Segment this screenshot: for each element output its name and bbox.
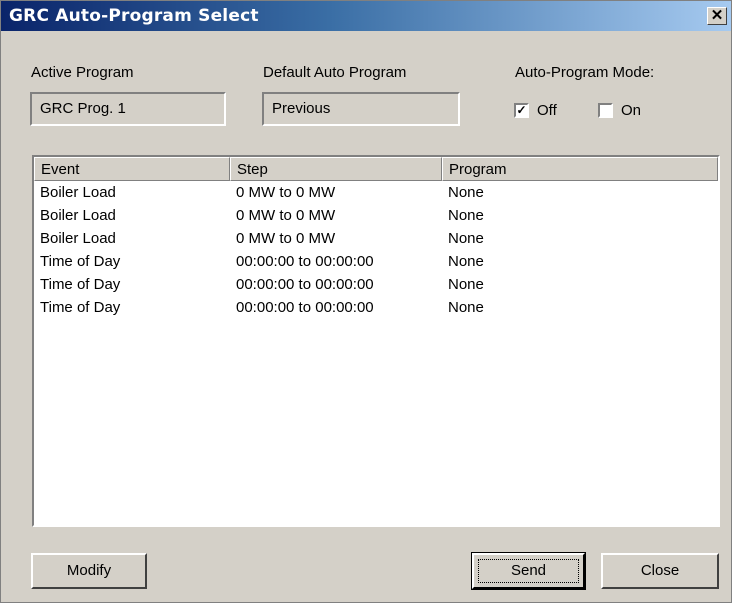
program-cell: None [448,230,484,247]
mode-on-label: On [621,102,642,119]
event-cell: Time of Day [40,253,121,270]
program-cell: None [448,253,484,270]
step-cell: 0 MW to 0 MW [236,207,336,224]
step-cell: 00:00:00 to 00:00:00 [236,276,374,293]
focus-rectangle [478,559,579,583]
active-program-field: GRC Prog. 1 [30,92,226,126]
list-header: Event Step Program [34,157,718,181]
step-cell: 00:00:00 to 00:00:00 [236,253,374,270]
step-cell: 0 MW to 0 MW [236,230,336,247]
step-cell: 00:00:00 to 00:00:00 [236,299,374,316]
column-header-event[interactable]: Event [34,157,230,181]
mode-on-checkbox[interactable]: On [598,102,641,119]
mode-off-checkbox[interactable]: ✓ Off [514,102,557,119]
mode-off-label: Off [537,102,557,119]
auto-program-mode-label: Auto-Program Mode: [515,64,655,81]
default-program-field: Previous [262,92,460,126]
close-icon[interactable]: ✕ [707,7,727,25]
column-header-step[interactable]: Step [230,157,442,181]
program-cell: None [448,299,484,316]
event-cell: Boiler Load [40,230,116,247]
modify-button[interactable]: Modify [31,553,147,589]
step-cell: 0 MW to 0 MW [236,184,336,201]
default-program-label: Default Auto Program [263,64,407,81]
program-cell: None [448,276,484,293]
table-row[interactable]: Boiler Load 0 MW to 0 MW None [34,204,718,227]
table-row[interactable]: Time of Day 00:00:00 to 00:00:00 None [34,250,718,273]
table-row[interactable]: Boiler Load 0 MW to 0 MW None [34,181,718,204]
close-button[interactable]: Close [601,553,719,589]
table-row[interactable]: Time of Day 00:00:00 to 00:00:00 None [34,296,718,319]
close-button-label: Close [640,562,680,579]
event-cell: Boiler Load [40,207,116,224]
table-row[interactable]: Time of Day 00:00:00 to 00:00:00 None [34,273,718,296]
modify-button-label: Modify [66,562,112,579]
event-cell: Time of Day [40,276,121,293]
window-title: GRC Auto-Program Select [9,6,259,26]
program-cell: None [448,184,484,201]
event-cell: Time of Day [40,299,121,316]
table-row[interactable]: Boiler Load 0 MW to 0 MW None [34,227,718,250]
program-cell: None [448,207,484,224]
events-list[interactable]: Event Step Program Boiler Load 0 MW to 0… [32,155,720,527]
send-button[interactable]: Send [471,552,586,590]
checkbox-off-box[interactable]: ✓ [514,103,529,118]
column-header-program[interactable]: Program [442,157,718,181]
dialog-window: GRC Auto-Program Select ✕ Active Program… [0,0,732,603]
checkbox-on-box[interactable] [598,103,613,118]
title-bar[interactable]: GRC Auto-Program Select ✕ [1,1,731,31]
active-program-label: Active Program [31,64,134,81]
event-cell: Boiler Load [40,184,116,201]
